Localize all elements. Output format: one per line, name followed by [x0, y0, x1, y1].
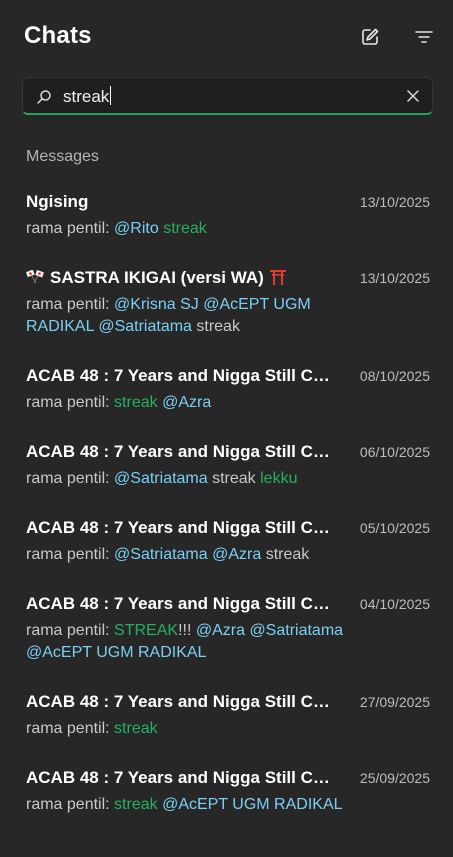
mention[interactable]: @AcEPT UGM RADIKAL	[162, 796, 342, 813]
message-date: 05/10/2025	[359, 520, 430, 536]
chat-name-text: Ngising	[26, 192, 89, 211]
search-highlight: streak	[114, 720, 158, 737]
search-input[interactable]: streak	[22, 77, 433, 115]
preview-text: rama pentil:	[26, 470, 115, 487]
search-icon	[37, 90, 51, 104]
preview-text: rama pentil:	[26, 220, 115, 237]
chat-name-text: ACAB 48 : 7 Years and Nigga Still Co...	[26, 518, 336, 537]
search-value: streak	[63, 87, 110, 106]
message-preview: rama pentil: @Rito streak	[26, 218, 346, 240]
search-highlight: streak	[114, 394, 158, 411]
section-label-messages: Messages	[26, 148, 99, 165]
message-preview: rama pentil: streak @Azra	[26, 392, 346, 414]
message-date: 04/10/2025	[359, 596, 430, 612]
crossed-flags-icon	[26, 269, 45, 284]
chat-name: ACAB 48 : 7 Years and Nigga Still Co...	[26, 768, 336, 788]
close-icon	[407, 90, 419, 102]
message-date: 06/10/2025	[359, 444, 430, 460]
preview-text: rama pentil:	[26, 296, 115, 313]
chat-name: ACAB 48 : 7 Years and Nigga Still Co...	[26, 366, 336, 386]
mention[interactable]: @AcEPT UGM RADIKAL	[26, 644, 206, 661]
torii-gate-icon	[269, 269, 287, 285]
page-title: Chats	[24, 22, 92, 49]
chats-header: Chats	[0, 0, 453, 72]
mention[interactable]: @Azra	[212, 546, 261, 563]
chat-name-text: ACAB 48 : 7 Years and Nigga Still Co...	[26, 442, 336, 461]
preview-text: !!!	[178, 622, 196, 639]
preview-text: streak	[191, 318, 240, 335]
message-preview: rama pentil: streak @AcEPT UGM RADIKAL	[26, 794, 346, 816]
chat-name-text: ACAB 48 : 7 Years and Nigga Still Co...	[26, 366, 336, 385]
mention[interactable]: @Satriatama	[249, 622, 343, 639]
filter-icon	[415, 31, 433, 43]
preview-text: rama pentil:	[26, 622, 115, 639]
mention[interactable]: @Satriatama	[114, 546, 208, 563]
mention[interactable]: @Rito	[114, 220, 159, 237]
chat-name: SASTRA IKIGAI (versi WA)	[26, 268, 336, 288]
mention[interactable]: @Satriatama	[114, 470, 208, 487]
chat-name: Ngising	[26, 192, 336, 212]
search-value-wrap: streak	[63, 86, 112, 107]
filter-button[interactable]	[411, 24, 437, 50]
message-preview: rama pentil: @Satriatama @Azra streak	[26, 544, 346, 566]
message-date: 13/10/2025	[359, 194, 430, 210]
chat-name-text: ACAB 48 : 7 Years and Nigga Still Co...	[26, 594, 336, 613]
search-highlight: streak	[163, 220, 207, 237]
message-date: 27/09/2025	[359, 694, 430, 710]
chat-name: ACAB 48 : 7 Years and Nigga Still Co...	[26, 442, 336, 462]
chat-name-text: SASTRA IKIGAI (versi WA)	[50, 268, 264, 287]
search-highlight: STREAK	[114, 622, 179, 639]
mention[interactable]: @Krisna SJ	[114, 296, 199, 313]
mention[interactable]: @Azra	[162, 394, 211, 411]
search-highlight: lekku	[260, 470, 298, 487]
text-caret	[110, 86, 112, 105]
chat-name: ACAB 48 : 7 Years and Nigga Still Co...	[26, 692, 336, 712]
message-date: 08/10/2025	[359, 368, 430, 384]
preview-text: rama pentil:	[26, 720, 115, 737]
preview-text: rama pentil:	[26, 546, 115, 563]
preview-text: rama pentil:	[26, 796, 115, 813]
preview-text: streak	[261, 546, 310, 563]
new-chat-button[interactable]	[357, 24, 383, 50]
chat-name-text: ACAB 48 : 7 Years and Nigga Still Co...	[26, 768, 336, 787]
message-preview: rama pentil: @Krisna SJ @AcEPT UGM RADIK…	[26, 294, 346, 338]
message-preview: rama pentil: STREAK!!! @Azra @Satriatama…	[26, 620, 346, 664]
message-date: 25/09/2025	[359, 770, 430, 786]
preview-text: rama pentil:	[26, 394, 115, 411]
clear-search-button[interactable]	[404, 87, 422, 105]
message-preview: rama pentil: @Satriatama streak lekku	[26, 468, 346, 490]
search-highlight: streak	[114, 796, 158, 813]
message-preview: rama pentil: streak	[26, 718, 346, 740]
chat-name-text: ACAB 48 : 7 Years and Nigga Still Co...	[26, 692, 336, 711]
chat-name: ACAB 48 : 7 Years and Nigga Still Co...	[26, 594, 336, 614]
chat-name: ACAB 48 : 7 Years and Nigga Still Co...	[26, 518, 336, 538]
preview-text: streak	[207, 470, 261, 487]
message-date: 13/10/2025	[359, 270, 430, 286]
mention[interactable]: @Satriatama	[98, 318, 192, 335]
mention[interactable]: @Azra	[196, 622, 245, 639]
compose-icon	[362, 28, 379, 45]
